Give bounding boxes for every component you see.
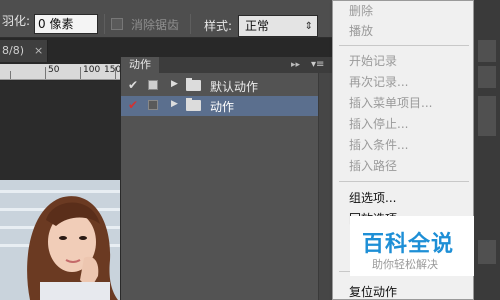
antialias-label: 消除锯齿 [131,18,180,32]
check-icon[interactable]: ✔ [128,78,138,92]
horizontal-ruler: 50 100 150 [0,64,122,80]
canvas-photo [0,180,120,300]
right-dock [474,0,500,300]
action-set-label: 动作 [210,100,235,114]
menu-item-set-options[interactable]: 组选项... [349,189,396,207]
menu-item-start-recording[interactable]: 开始记录 [349,52,397,70]
menu-item-insert-stop[interactable]: 插入停止... [349,115,408,133]
menu-separator [339,45,469,46]
separator [104,14,105,34]
panel-header: 动作 ▸▸ ▾≡ [121,57,333,73]
folder-icon [186,78,201,91]
check-icon[interactable]: ✔ [128,98,138,112]
style-label: 样式: [204,19,233,33]
menu-item-delete[interactable]: 删除 [349,2,373,20]
ruler-tick [10,71,11,79]
ruler-tick [80,67,81,79]
menu-item-record-again[interactable]: 再次记录... [349,73,408,91]
ruler-number: 50 [48,65,60,75]
menu-item-insert-condition[interactable]: 插入条件... [349,136,408,154]
feather-label: 羽化: [2,14,31,28]
tab-actions[interactable]: 动作 [121,57,159,73]
watermark-logo: 百科全说 助你轻松解决 [350,216,474,276]
action-set-label: 默认动作 [210,80,259,94]
dock-button[interactable] [478,240,496,264]
antialias-checkbox[interactable] [111,18,123,30]
panel-menu-icon[interactable]: ▾≡ [311,57,324,73]
expand-triangle-icon[interactable]: ▶ [171,99,178,109]
menu-item-insert-menu-item[interactable]: 插入菜单项目... [349,94,432,112]
dock-panel [478,96,496,136]
collapse-icon[interactable]: ▸▸ [291,57,300,73]
actions-panel: 动作 ▸▸ ▾≡ ✔ ▶ 默认动作 ✔ ▶ 动作 [120,57,333,300]
dialog-toggle-icon[interactable] [148,100,158,110]
action-set-row[interactable]: ✔ ▶ 默认动作 [121,76,318,96]
style-value: 正常 [245,19,270,33]
action-set-row-selected[interactable]: ✔ ▶ 动作 [121,96,318,116]
menu-item-play[interactable]: 播放 [349,22,373,40]
updown-arrow-icon: ⇕ [304,21,313,32]
dock-button[interactable] [478,66,496,88]
separator [190,14,191,34]
watermark-subtitle: 助你轻松解决 [372,258,438,271]
dialog-toggle-icon[interactable] [148,80,158,90]
canvas-background [0,81,120,180]
menu-item-reset-actions[interactable]: 复位动作 [349,283,397,300]
folder-icon [186,98,201,111]
expand-triangle-icon[interactable]: ▶ [171,79,178,89]
style-select[interactable]: 正常 ⇕ [238,15,318,37]
feather-input[interactable]: 0 像素 [34,14,98,34]
menu-separator [339,181,469,182]
menu-item-insert-path[interactable]: 插入路径 [349,157,397,175]
watermark-title: 百科全说 [362,232,455,257]
close-icon[interactable]: × [34,40,43,62]
dock-button[interactable] [478,40,496,62]
ruler-number: 100 [83,65,101,75]
ruler-tick [45,67,46,79]
document-tab-label: 8/8) [2,44,24,57]
ruler-number: 150 [104,65,122,75]
panel-scrollbar[interactable] [318,73,332,300]
document-tab[interactable]: 8/8) × [0,40,48,62]
